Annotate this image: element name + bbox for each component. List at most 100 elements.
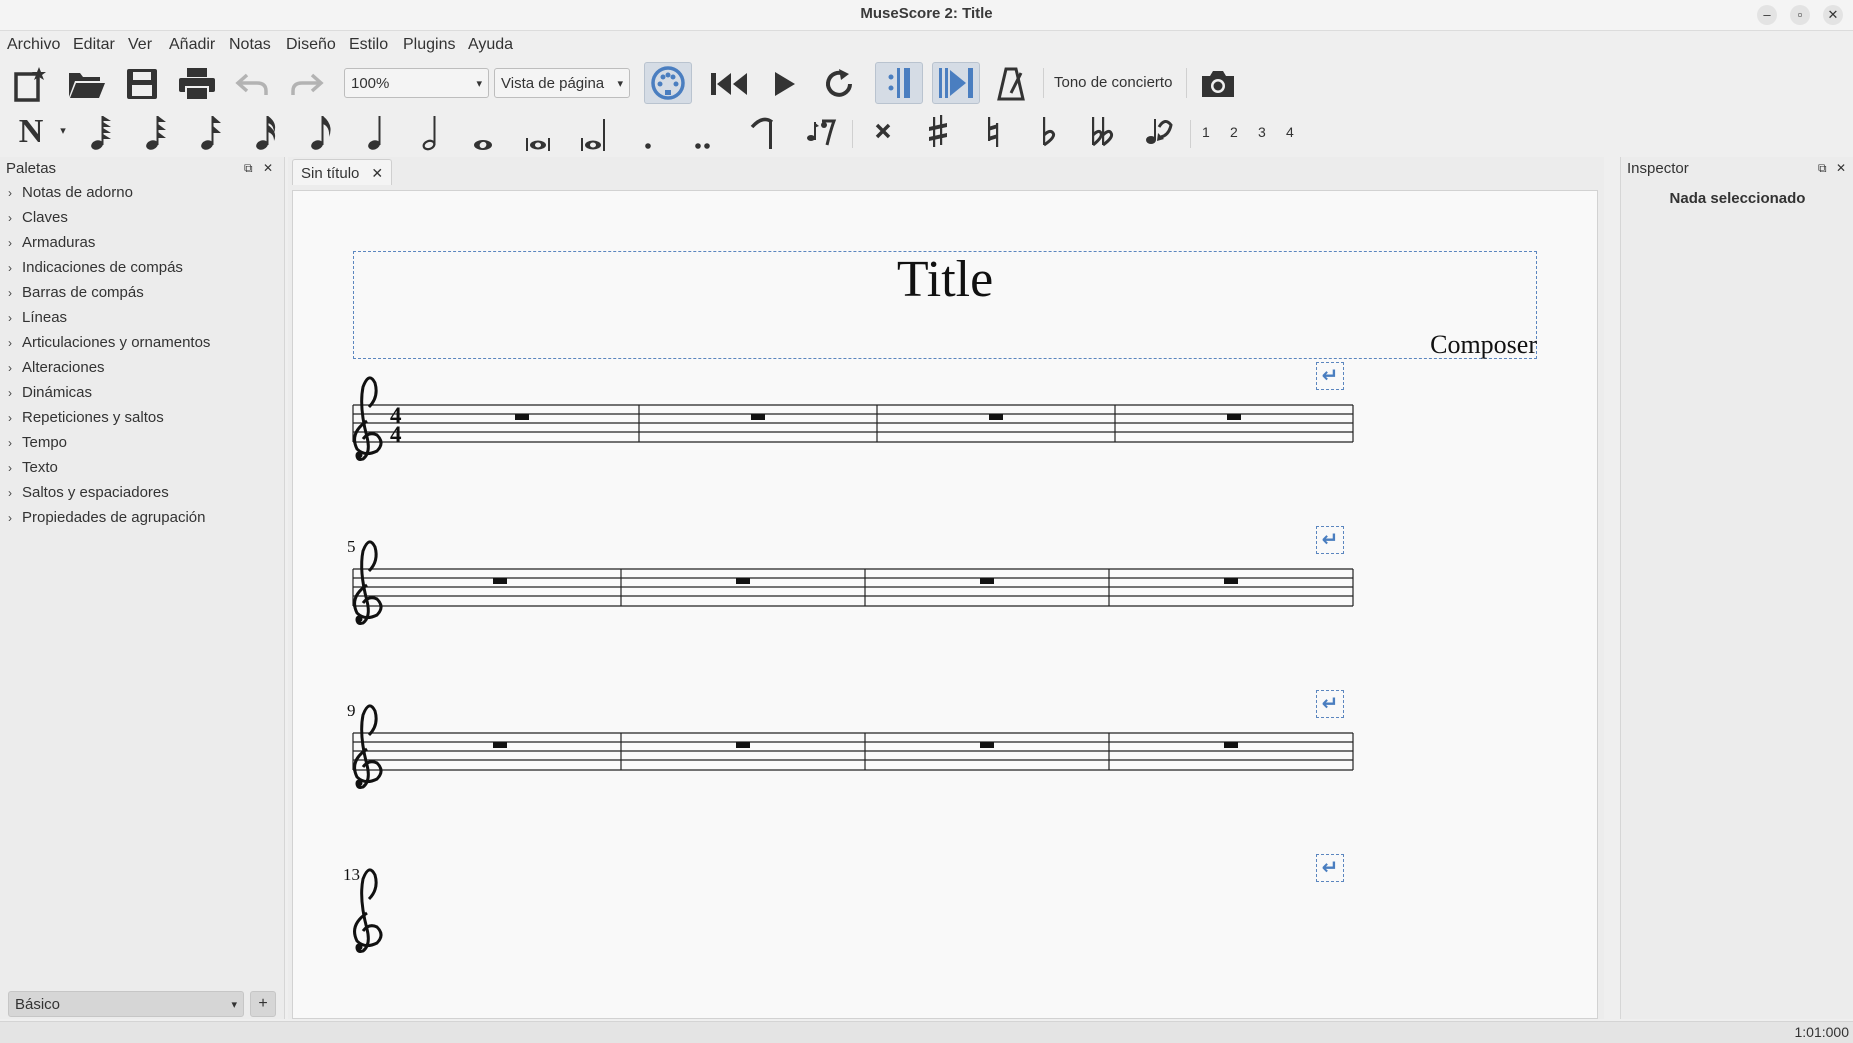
palette-clefs[interactable]: › Claves	[8, 209, 68, 226]
line-break-icon[interactable]: ↵	[1316, 854, 1344, 882]
sharp-icon[interactable]	[921, 112, 955, 152]
undock-icon[interactable]: ⧉	[244, 161, 253, 176]
maximize-icon[interactable]: ▫	[1790, 5, 1810, 25]
rest-icon[interactable]	[804, 112, 838, 152]
natural-icon[interactable]	[976, 112, 1010, 152]
metronome-icon[interactable]	[993, 64, 1029, 104]
duration-eighth-icon[interactable]	[304, 112, 338, 152]
whole-rest[interactable]	[493, 578, 507, 584]
menu-estilo[interactable]: Estilo	[349, 36, 388, 54]
duration-breve-icon[interactable]	[521, 112, 555, 152]
voice-2-button[interactable]: 2	[1230, 124, 1238, 140]
flip-direction-icon[interactable]	[1141, 112, 1177, 152]
line-break-icon[interactable]: ↵	[1316, 690, 1344, 718]
loop-icon[interactable]	[818, 64, 860, 104]
palette-tempo[interactable]: › Tempo	[8, 434, 67, 451]
inspector-panel: Inspector ⧉ ✕ Nada seleccionado	[1620, 157, 1853, 1019]
whole-rest[interactable]	[736, 742, 750, 748]
whole-rest[interactable]	[980, 578, 994, 584]
palette-time-signatures[interactable]: › Indicaciones de compás	[8, 259, 183, 276]
palette-barlines[interactable]: › Barras de compás	[8, 284, 144, 301]
print-icon[interactable]	[177, 64, 217, 104]
duration-half-icon[interactable]	[414, 112, 448, 152]
staff-system-2[interactable]	[352, 540, 1354, 625]
menu-archivo[interactable]: Archivo	[7, 36, 60, 54]
palette-dynamics[interactable]: › Dinámicas	[8, 384, 92, 401]
score-page[interactable]: Title Composer 4 4 5 9 13 ↵ ↵ ↵ ↵	[292, 190, 1598, 1019]
save-icon[interactable]	[122, 64, 162, 104]
tie-icon[interactable]	[746, 112, 780, 152]
view-mode-select[interactable]: Vista de página ▾	[494, 68, 630, 98]
add-workspace-button[interactable]: +	[250, 991, 276, 1017]
play-repeats-button[interactable]	[875, 62, 923, 104]
staff-system-3[interactable]	[352, 704, 1354, 789]
palette-key-signatures[interactable]: › Armaduras	[8, 234, 95, 251]
whole-rest[interactable]	[989, 414, 1003, 420]
camera-icon[interactable]	[1196, 64, 1240, 104]
whole-rest[interactable]	[1224, 578, 1238, 584]
menu-ayuda[interactable]: Ayuda	[468, 36, 513, 54]
duration-whole-icon[interactable]	[466, 112, 500, 152]
line-break-icon[interactable]: ↵	[1316, 526, 1344, 554]
undock-icon[interactable]: ⧉	[1818, 161, 1827, 176]
palette-accidentals[interactable]: › Alteraciones	[8, 359, 105, 376]
line-break-icon[interactable]: ↵	[1316, 362, 1344, 390]
note-input-mode-icon[interactable]: N	[14, 112, 48, 152]
tab-score[interactable]: Sin título ✕	[292, 159, 393, 185]
minimize-icon[interactable]: –	[1757, 5, 1777, 25]
menu-ver[interactable]: Ver	[128, 36, 152, 54]
duration-16th-icon[interactable]	[249, 112, 283, 152]
palette-beam-properties[interactable]: › Propiedades de agrupación	[8, 509, 205, 526]
duration-64th-icon[interactable]	[139, 112, 173, 152]
zoom-select[interactable]: 100% ▾	[344, 68, 489, 98]
whole-rest[interactable]	[1224, 742, 1238, 748]
rewind-icon[interactable]	[707, 64, 751, 104]
augmentation-dot-icon[interactable]	[631, 112, 665, 152]
whole-rest[interactable]	[515, 414, 529, 420]
pan-score-button[interactable]	[932, 62, 980, 104]
duration-32nd-icon[interactable]	[194, 112, 228, 152]
flat-icon[interactable]	[1031, 112, 1065, 152]
open-folder-icon[interactable]	[66, 64, 106, 104]
midi-input-button[interactable]	[644, 62, 692, 104]
double-sharp-icon[interactable]	[866, 112, 900, 152]
close-icon[interactable]: ✕	[1836, 161, 1846, 175]
chevron-down-icon[interactable]: ▾	[56, 120, 70, 140]
palette-articulations[interactable]: › Articulaciones y ornamentos	[8, 334, 210, 351]
menu-plugins[interactable]: Plugins	[403, 36, 455, 54]
undo-icon[interactable]	[234, 68, 270, 100]
menu-diseno[interactable]: Diseño	[286, 36, 336, 54]
whole-rest[interactable]	[980, 742, 994, 748]
duration-longa-icon[interactable]	[576, 112, 610, 152]
whole-rest[interactable]	[736, 578, 750, 584]
menu-notas[interactable]: Notas	[229, 36, 271, 54]
new-score-icon[interactable]	[10, 64, 50, 104]
menu-anadir[interactable]: Añadir	[169, 36, 215, 54]
voice-3-button[interactable]: 3	[1258, 124, 1266, 140]
palette-repeats-jumps[interactable]: › Repeticiones y saltos	[8, 409, 164, 426]
palette-text[interactable]: › Texto	[8, 459, 58, 476]
duration-128th-icon[interactable]	[84, 112, 118, 152]
double-dot-icon[interactable]	[686, 112, 720, 152]
whole-rest[interactable]	[751, 414, 765, 420]
voice-1-button[interactable]: 1	[1202, 124, 1210, 140]
palette-grace-notes[interactable]: › Notas de adorno	[8, 184, 133, 201]
close-icon[interactable]: ✕	[263, 161, 273, 175]
double-flat-icon[interactable]	[1086, 112, 1120, 152]
menu-editar[interactable]: Editar	[73, 36, 115, 54]
play-icon[interactable]	[764, 64, 804, 104]
staff-system-1[interactable]: 4 4	[352, 376, 1354, 461]
close-icon[interactable]: ✕	[1823, 5, 1843, 25]
inspector-title: Inspector	[1627, 160, 1689, 177]
close-icon[interactable]: ✕	[371, 165, 383, 181]
whole-rest[interactable]	[493, 742, 507, 748]
redo-icon[interactable]	[289, 68, 325, 100]
workspace-select[interactable]: Básico ▾	[8, 991, 244, 1017]
whole-rest[interactable]	[1227, 414, 1241, 420]
palette-breaks-spacers[interactable]: › Saltos y espaciadores	[8, 484, 169, 501]
palette-lines[interactable]: › Líneas	[8, 309, 67, 326]
voice-4-button[interactable]: 4	[1286, 124, 1294, 140]
concert-pitch-toggle[interactable]: Tono de concierto	[1054, 74, 1172, 91]
score-view: Sin título ✕ Title Composer 4 4 5 9 13 ↵…	[288, 157, 1604, 1019]
duration-quarter-icon[interactable]	[359, 112, 393, 152]
